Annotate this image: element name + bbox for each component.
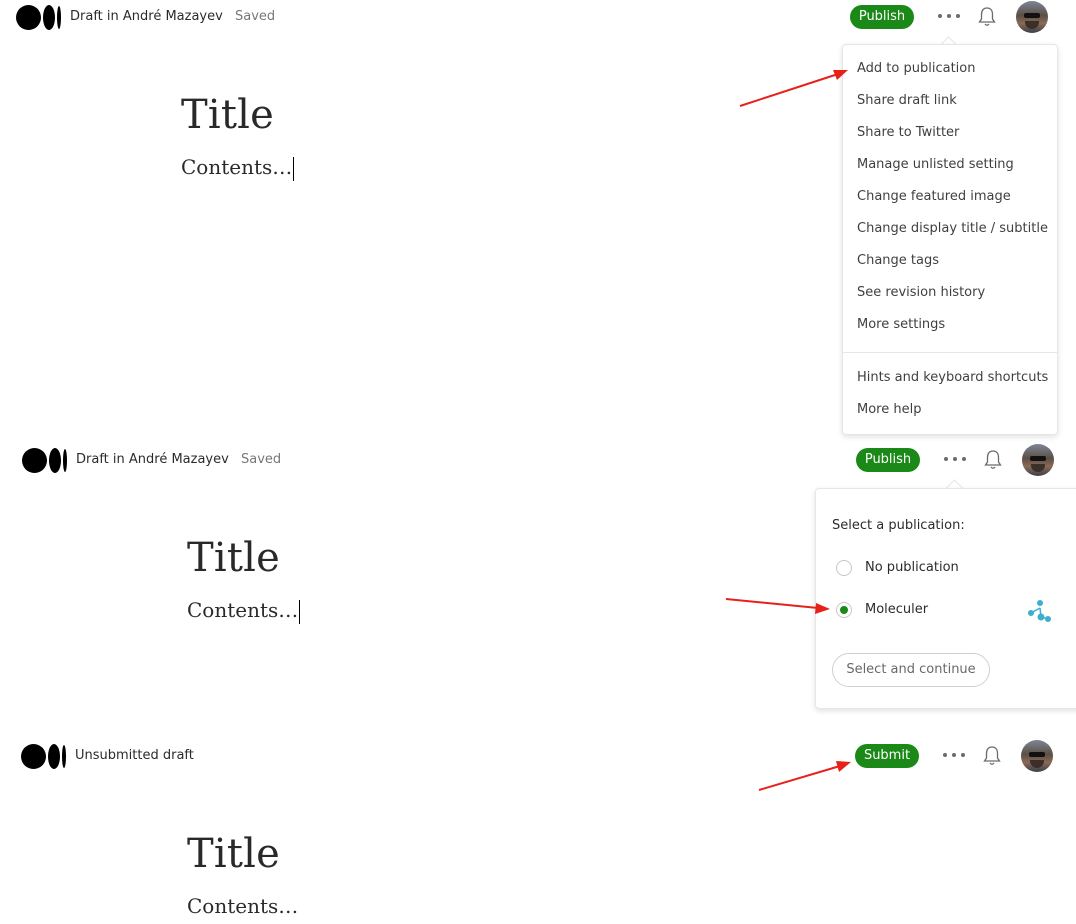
menu-item-manage-unlisted[interactable]: Manage unlisted setting	[857, 157, 1014, 172]
post-contents[interactable]: Contents…	[187, 894, 298, 918]
menu-item-change-tags[interactable]: Change tags	[857, 253, 939, 268]
text-caret	[293, 156, 295, 181]
medium-logo-icon[interactable]	[16, 5, 61, 30]
option-label-no-publication[interactable]: No publication	[865, 560, 959, 575]
save-status-label: Saved	[241, 452, 282, 467]
save-status-label: Saved	[235, 9, 276, 24]
more-dots-icon[interactable]	[943, 747, 965, 763]
moleculer-logo-icon	[1028, 600, 1051, 622]
draft-location-label: Draft in André Mazayev	[76, 452, 229, 467]
picker-heading: Select a publication:	[832, 518, 965, 533]
more-dots-icon[interactable]	[944, 451, 966, 467]
medium-logo-icon[interactable]	[21, 744, 66, 769]
menu-item-share-to-twitter[interactable]: Share to Twitter	[857, 125, 959, 140]
more-options-menu: Add to publication Share draft link Shar…	[842, 44, 1058, 435]
menu-item-more-settings[interactable]: More settings	[857, 317, 945, 332]
menu-item-share-draft-link[interactable]: Share draft link	[857, 93, 957, 108]
publish-button[interactable]: Publish	[850, 5, 914, 29]
submit-button[interactable]: Submit	[855, 744, 919, 768]
user-avatar[interactable]	[1016, 1, 1048, 33]
publication-picker: Select a publication: No publication Mol…	[815, 488, 1076, 709]
annotation-arrow	[758, 761, 851, 791]
draft-status-label: Unsubmitted draft	[75, 748, 194, 763]
menu-item-change-featured-image[interactable]: Change featured image	[857, 189, 1011, 204]
radio-moleculer[interactable]	[836, 602, 852, 618]
menu-item-more-help[interactable]: More help	[857, 402, 921, 417]
menu-item-add-to-publication[interactable]: Add to publication	[857, 61, 975, 76]
post-contents-text: Contents…	[181, 155, 293, 179]
bell-icon[interactable]	[983, 449, 1003, 471]
user-avatar[interactable]	[1022, 444, 1054, 476]
option-label-moleculer[interactable]: Moleculer	[865, 602, 928, 617]
medium-logo-icon[interactable]	[22, 448, 67, 473]
select-and-continue-button[interactable]: Select and continue	[832, 653, 990, 687]
post-title[interactable]: Title	[187, 535, 280, 581]
menu-item-hints-shortcuts[interactable]: Hints and keyboard shortcuts	[857, 370, 1048, 385]
post-contents[interactable]: Contents…	[181, 155, 295, 181]
menu-item-change-display-title[interactable]: Change display title / subtitle	[857, 221, 1048, 236]
radio-no-publication[interactable]	[836, 560, 852, 576]
bell-icon[interactable]	[982, 745, 1002, 767]
menu-item-revision-history[interactable]: See revision history	[857, 285, 985, 300]
post-contents[interactable]: Contents…	[187, 598, 301, 624]
more-dots-icon[interactable]	[938, 8, 960, 24]
annotation-arrow	[739, 70, 848, 107]
post-title[interactable]: Title	[187, 831, 280, 877]
post-contents-text: Contents…	[187, 598, 299, 622]
post-title[interactable]: Title	[181, 92, 274, 138]
publish-button[interactable]: Publish	[856, 448, 920, 472]
user-avatar[interactable]	[1021, 740, 1053, 772]
menu-divider	[843, 352, 1057, 353]
bell-icon[interactable]	[977, 6, 997, 28]
draft-location-label: Draft in André Mazayev	[70, 9, 223, 24]
text-caret	[299, 599, 301, 624]
